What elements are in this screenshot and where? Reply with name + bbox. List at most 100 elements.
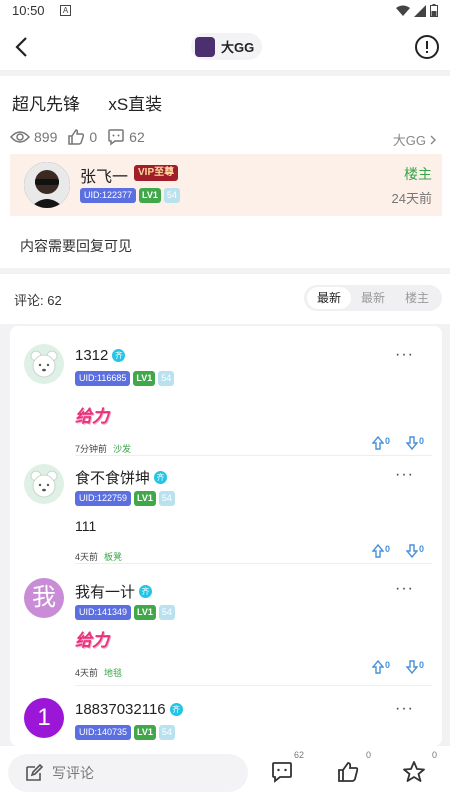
level-badge: LV1	[133, 371, 156, 386]
comment-icon[interactable]	[270, 760, 294, 784]
letter-avatar[interactable]: 我	[24, 578, 64, 618]
downvote-button[interactable]: 0	[405, 660, 424, 674]
number-badge: 54	[163, 188, 180, 203]
more-icon[interactable]: ···	[395, 580, 414, 598]
comment-icon	[108, 129, 124, 146]
vote-group: 0 0	[371, 660, 424, 674]
letter-avatar[interactable]: 1	[24, 698, 64, 738]
upvote-button[interactable]: 0	[371, 544, 390, 558]
uid-badge: UID:141349	[75, 605, 132, 620]
downvote-button[interactable]: 0	[405, 544, 424, 558]
wifi-icon	[396, 5, 410, 16]
arrow-down-icon	[405, 544, 418, 558]
comment-floor: 板凳	[104, 552, 123, 562]
uid-badge: UID:122377	[80, 188, 137, 203]
battery-icon	[430, 4, 438, 17]
arrow-up-icon	[371, 436, 384, 450]
status-icons	[396, 4, 438, 17]
author-avatar[interactable]	[24, 162, 70, 208]
comment-meta: 4天前 地毯	[75, 666, 122, 679]
number-badge: 54	[158, 491, 175, 506]
vote-group: 0 0	[371, 544, 424, 558]
level-badge: LV1	[139, 188, 161, 203]
post-content: 内容需要回复可见	[20, 238, 132, 254]
comment-item: 食不食饼坤 齐 UID:122759 LV1 54 ··· 111 4天前 板凳…	[10, 450, 442, 564]
post-stats: 899 0 62	[10, 128, 151, 146]
comment-badges: UID:140735 LV1 54	[75, 725, 175, 740]
upvote-count: 0	[384, 436, 390, 446]
post-time: 24天前	[391, 191, 432, 206]
downvote-count: 0	[418, 544, 424, 554]
info-icon[interactable]	[414, 34, 440, 60]
tab-latest-2[interactable]: 最新	[351, 287, 395, 309]
comment-author[interactable]: 18837032116 齐	[75, 701, 183, 718]
arrow-up-icon	[371, 660, 384, 674]
author-avatar-image	[24, 162, 70, 208]
chevron-right-icon	[430, 135, 436, 144]
level-badge: LV1	[134, 605, 156, 620]
level-badge: LV1	[134, 491, 156, 506]
uid-badge: UID:122759	[75, 491, 132, 506]
write-comment-input[interactable]: 写评论	[8, 754, 248, 792]
upvote-count: 0	[384, 544, 390, 554]
comment-list: 1312 齐 UID:116685 LV1 54 ··· 给力 7分钟前 沙发 …	[10, 326, 442, 746]
comment-author[interactable]: 食不食饼坤 齐	[75, 467, 168, 488]
edit-icon	[26, 763, 44, 781]
views-count: 899	[34, 129, 58, 145]
post-title: 超凡先锋 xS直装	[12, 95, 163, 114]
like-count-badge: 0	[366, 750, 372, 760]
bear-avatar[interactable]	[24, 464, 64, 504]
comment-author-name: 18837032116	[75, 701, 166, 718]
author-box[interactable]: 张飞一 VIP至尊 UID:122377 LV1 54 楼主 24天前	[10, 154, 442, 216]
downvote-count: 0	[418, 436, 424, 446]
vip-badge: VIP至尊	[134, 165, 179, 181]
downvote-button[interactable]: 0	[405, 436, 424, 450]
more-icon[interactable]: ···	[395, 700, 414, 718]
board-link[interactable]: 大GG	[393, 130, 438, 149]
comment-item: 1312 齐 UID:116685 LV1 54 ··· 给力 7分钟前 沙发 …	[10, 330, 442, 456]
author-badges: UID:122377 LV1 54	[80, 188, 180, 203]
comment-badges: UID:116685 LV1 54	[75, 371, 175, 386]
level-badge: LV1	[134, 725, 156, 740]
app-bar: 大GG	[0, 22, 450, 70]
author-name: 张飞一	[80, 169, 129, 186]
number-badge: 54	[158, 371, 175, 386]
post-card: 超凡先锋 xS直装 899 0 62 大GG 张飞一 VIP至尊 UID:122…	[0, 76, 450, 268]
qi-badge: 齐	[154, 471, 168, 484]
tab-owner[interactable]: 楼主	[395, 287, 439, 309]
board-name: 大GG	[392, 133, 426, 148]
upvote-button[interactable]: 0	[371, 436, 390, 450]
thumb-up-icon[interactable]	[336, 760, 360, 784]
app-pill[interactable]: 大GG	[191, 33, 263, 60]
back-arrow-icon[interactable]	[10, 34, 36, 60]
comment-item: 我 我有一计 齐 UID:141349 LV1 54 ··· 给力 4天前 地毯…	[10, 564, 442, 686]
sticker-geili: 给力	[75, 407, 109, 426]
comment-author-name: 食不食饼坤	[75, 470, 151, 487]
owner-label: 楼主	[404, 166, 432, 182]
likes-count: 0	[89, 129, 98, 145]
arrow-down-icon	[405, 436, 418, 450]
app-logo-icon	[195, 36, 215, 57]
comment-floor: 地毯	[104, 668, 123, 678]
star-icon[interactable]	[402, 760, 426, 784]
eye-icon	[10, 131, 30, 143]
write-comment-placeholder: 写评论	[52, 765, 94, 781]
tab-latest[interactable]: 最新	[307, 287, 351, 309]
uid-badge: UID:116685	[75, 371, 131, 386]
comment-time: 4天前	[75, 668, 99, 678]
status-bar: 10:50 A	[0, 0, 450, 22]
comment-author-name: 1312	[75, 347, 109, 364]
uid-badge: UID:140735	[75, 725, 132, 740]
qi-badge: 齐	[169, 703, 183, 716]
comment-author[interactable]: 我有一计 齐	[75, 581, 153, 602]
more-icon[interactable]: ···	[395, 346, 414, 364]
number-badge: 54	[158, 605, 175, 620]
comment-author[interactable]: 1312 齐	[75, 347, 126, 364]
comment-author-name: 我有一计	[75, 584, 136, 601]
upvote-count: 0	[384, 660, 390, 670]
more-icon[interactable]: ···	[395, 466, 414, 484]
comment-badges: UID:122759 LV1 54	[75, 491, 175, 506]
bear-avatar[interactable]	[24, 344, 64, 384]
upvote-button[interactable]: 0	[371, 660, 390, 674]
comment-count-label: 评论: 62	[14, 293, 62, 308]
